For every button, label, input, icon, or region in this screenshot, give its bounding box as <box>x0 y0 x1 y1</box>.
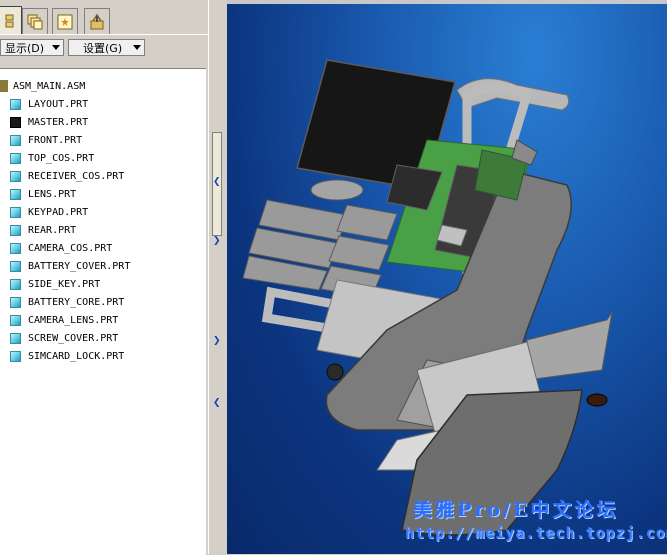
tree-item[interactable]: REAR.PRT <box>10 221 76 239</box>
tree-item[interactable]: BATTERY_COVER.PRT <box>10 257 130 275</box>
tree-item[interactable]: MASTER.PRT <box>10 113 88 131</box>
navigator-tabs <box>0 0 208 34</box>
settings-dropdown-label: 设置(G) <box>83 41 123 55</box>
exploded-phone-model <box>242 59 613 536</box>
navigator-toolbar: 显示(D) 设置(G) <box>0 34 208 59</box>
part-icon <box>10 260 21 272</box>
tree-item-label: TOP_COS.PRT <box>28 152 95 164</box>
assembly-icon <box>0 80 8 92</box>
tree-item[interactable]: CAMERA_LENS.PRT <box>10 311 118 329</box>
tree-item-label: CAMERA_LENS.PRT <box>28 314 119 326</box>
tree-item[interactable]: SIDE_KEY.PRT <box>10 275 100 293</box>
tree-item-label: FRONT.PRT <box>28 134 83 146</box>
model-tree: ASM_MAIN.ASM LAYOUT.PRT MASTER.PRT FRONT… <box>0 68 206 555</box>
tree-item[interactable]: CAMERA_COS.PRT <box>10 239 112 257</box>
tree-item[interactable]: SIMCARD_LOCK.PRT <box>10 347 124 365</box>
show-dropdown[interactable]: 显示(D) <box>0 39 64 56</box>
tree-item-label: BATTERY_CORE.PRT <box>28 296 125 308</box>
part-icon <box>10 296 21 308</box>
model-tree-icon <box>5 14 14 27</box>
chevron-down-icon <box>133 45 141 50</box>
part-icon <box>10 134 21 146</box>
tree-item[interactable]: LENS.PRT <box>10 185 76 203</box>
part-icon <box>10 350 21 362</box>
tree-item[interactable]: TOP_COS.PRT <box>10 149 94 167</box>
notes-icon <box>57 14 73 29</box>
expand-right-icon[interactable]: ❯ <box>213 236 221 246</box>
tree-root-label: ASM_MAIN.ASM <box>13 80 86 92</box>
expand-right-icon[interactable]: ❯ <box>213 336 221 346</box>
tree-item-label: SIMCARD_LOCK.PRT <box>28 350 125 362</box>
tree-item-label: BATTERY_COVER.PRT <box>28 260 131 272</box>
tree-item[interactable]: RECEIVER_COS.PRT <box>10 167 124 185</box>
tree-item-label: CAMERA_COS.PRT <box>28 242 113 254</box>
watermark-title: 美雅Pro/E中文论坛 <box>413 499 619 521</box>
layers-icon <box>27 14 43 29</box>
part-icon <box>10 278 21 290</box>
graphics-viewport[interactable]: 美雅Pro/E中文论坛 http://meiya.tech.topzj.com <box>227 0 667 554</box>
part-icon <box>10 116 21 128</box>
tree-root-assembly[interactable]: ASM_MAIN.ASM <box>0 77 85 95</box>
tab-model-tree[interactable] <box>0 6 22 34</box>
tree-item-label: SIDE_KEY.PRT <box>28 278 101 290</box>
tree-item[interactable]: BATTERY_CORE.PRT <box>10 293 124 311</box>
part-icon <box>10 224 21 236</box>
tree-item[interactable]: KEYPAD.PRT <box>10 203 88 221</box>
part-icon <box>10 206 21 218</box>
part-icon <box>10 332 21 344</box>
part-icon <box>10 188 21 200</box>
tree-item-label: LENS.PRT <box>28 188 77 200</box>
tools-icon <box>90 13 104 29</box>
tab-tools[interactable] <box>84 8 110 34</box>
collapse-left-icon[interactable]: ❮ <box>213 398 221 408</box>
part-icon <box>10 242 21 254</box>
tree-item[interactable]: LAYOUT.PRT <box>10 95 88 113</box>
watermark-url: http://meiya.tech.topzj.com <box>405 524 667 542</box>
tree-item[interactable]: FRONT.PRT <box>10 131 82 149</box>
part-icon <box>10 314 21 326</box>
tree-item-label: REAR.PRT <box>28 224 77 236</box>
tree-item-label: SCREW_COVER.PRT <box>28 332 119 344</box>
tab-notes[interactable] <box>52 8 78 34</box>
panel-splitter[interactable]: ❮ ❯ ❯ ❮ <box>208 0 227 554</box>
navigator-panel: 显示(D) 设置(G) ASM_MAIN.ASM LAYOUT.PRT MAST… <box>0 0 209 555</box>
chevron-down-icon <box>52 45 60 50</box>
tab-layers[interactable] <box>22 8 48 34</box>
settings-dropdown[interactable]: 设置(G) <box>68 39 145 56</box>
tree-item[interactable]: SCREW_COVER.PRT <box>10 329 118 347</box>
tree-item-label: LAYOUT.PRT <box>28 98 89 110</box>
part-icon <box>10 170 21 182</box>
part-icon <box>10 98 21 110</box>
tree-item-label: KEYPAD.PRT <box>28 206 89 218</box>
tree-item-label: RECEIVER_COS.PRT <box>28 170 125 182</box>
show-dropdown-label: 显示(D) <box>5 41 45 55</box>
tree-item-label: MASTER.PRT <box>28 116 89 128</box>
collapse-left-icon[interactable]: ❮ <box>213 177 221 187</box>
part-icon <box>10 152 21 164</box>
